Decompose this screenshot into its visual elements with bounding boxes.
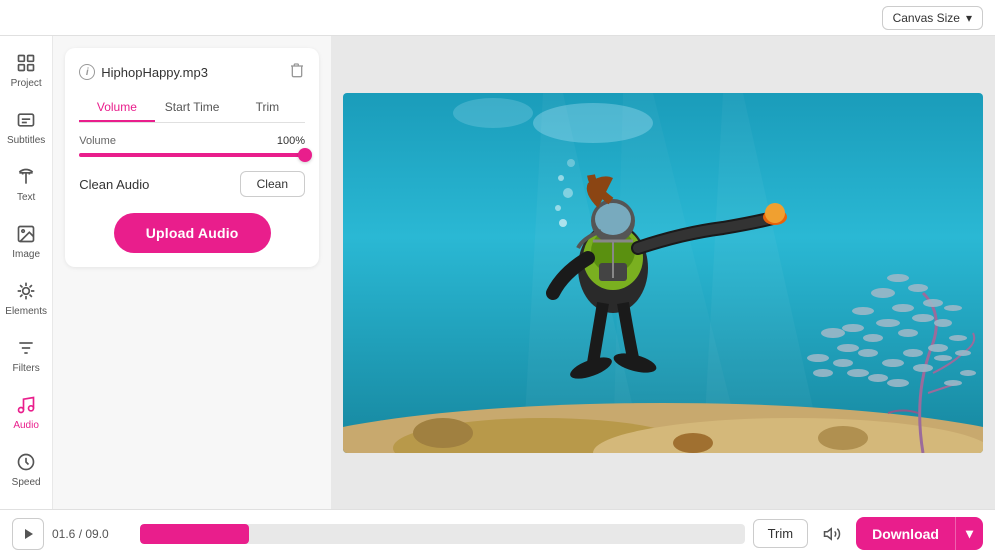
sidebar-item-speed[interactable]: Speed [0,443,52,496]
timeline[interactable] [140,524,745,544]
audio-panel: i HiphopHappy.mp3 Volume Start Time Trim [53,36,331,509]
sidebar-item-image[interactable]: Image [0,215,52,268]
top-bar: Canvas Size ▾ [0,0,995,36]
slider-thumb[interactable] [298,148,312,162]
clean-audio-row: Clean Audio Clean [79,171,305,197]
sidebar-item-elements[interactable]: Elements [0,272,52,325]
grid-icon [15,52,37,74]
slider-fill [79,153,305,157]
sidebar: Project Subtitles [0,36,53,509]
delete-audio-button[interactable] [289,62,305,82]
canvas-size-button[interactable]: Canvas Size ▾ [882,6,983,30]
canvas-area [331,36,995,509]
download-label: Download [856,518,955,550]
sidebar-label-image: Image [12,249,40,260]
image-icon [15,223,37,245]
bottom-bar: 01.6 / 09.0 Trim Download ▾ [0,509,995,557]
sidebar-item-draw[interactable]: Draw [0,500,52,509]
audio-card-header: i HiphopHappy.mp3 [79,62,305,82]
audio-tabs: Volume Start Time Trim [79,94,305,123]
sidebar-label-elements: Elements [5,306,47,317]
elements-icon [15,280,37,302]
info-icon: i [79,64,95,80]
subtitles-icon [15,109,37,131]
canvas-size-label: Canvas Size [893,11,960,25]
time-total: 09.0 [85,527,108,541]
slider-track [79,153,305,157]
download-arrow-icon: ▾ [955,517,983,550]
audio-filename: i HiphopHappy.mp3 [79,64,208,80]
volume-label: Volume [79,135,116,147]
sidebar-label-speed: Speed [12,477,41,488]
sidebar-item-subtitles[interactable]: Subtitles [0,101,52,154]
text-icon [15,166,37,188]
tab-trim[interactable]: Trim [230,94,305,122]
audio-icon [15,394,37,416]
sidebar-label-audio: Audio [13,420,39,431]
sidebar-item-text[interactable]: Text [0,158,52,211]
volume-slider[interactable] [79,153,305,157]
filters-icon [15,337,37,359]
sidebar-label-project: Project [11,78,42,89]
time-display: 01.6 / 09.0 [52,527,132,541]
timeline-progress [140,524,249,544]
main-area: Project Subtitles [0,36,995,509]
sidebar-label-text: Text [17,192,35,203]
tab-volume[interactable]: Volume [79,94,154,122]
download-button[interactable]: Download ▾ [856,517,983,550]
sidebar-item-project[interactable]: Project [0,44,52,97]
clean-audio-label: Clean Audio [79,177,149,192]
volume-value: 100% [277,135,305,147]
sidebar-label-subtitles: Subtitles [7,135,45,146]
preview-image [343,93,983,453]
tab-start-time[interactable]: Start Time [155,94,230,122]
volume-row: Volume 100% [79,135,305,147]
chevron-down-icon: ▾ [966,11,972,25]
audio-card: i HiphopHappy.mp3 Volume Start Time Trim [65,48,319,267]
sidebar-label-filters: Filters [13,363,40,374]
clean-button[interactable]: Clean [240,171,305,197]
bottom-trim-button[interactable]: Trim [753,519,809,548]
sidebar-item-filters[interactable]: Filters [0,329,52,382]
volume-button[interactable] [816,518,848,550]
play-button[interactable] [12,518,44,550]
time-current: 01.6 [52,527,75,541]
upload-audio-button[interactable]: Upload Audio [114,213,271,253]
filename-text: HiphopHappy.mp3 [101,65,208,80]
sidebar-item-audio[interactable]: Audio [0,386,52,439]
speed-icon [15,451,37,473]
